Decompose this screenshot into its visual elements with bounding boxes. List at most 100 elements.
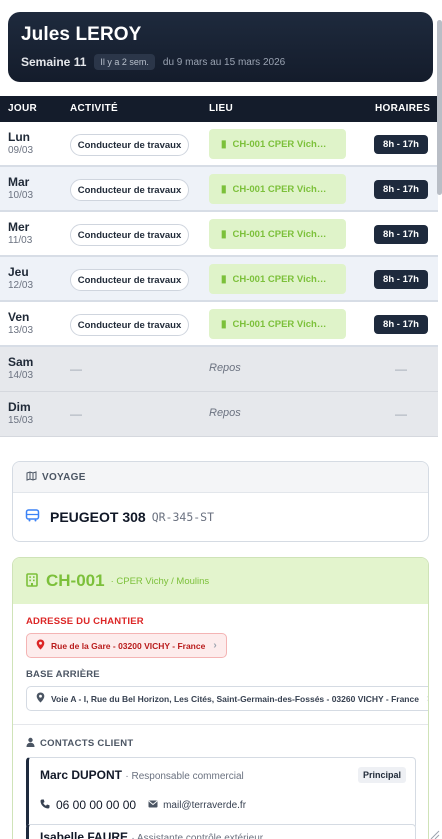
day-date: 15/03 bbox=[8, 415, 34, 426]
contact-card[interactable]: Marc DUPONT · Responsable commercial Pri… bbox=[26, 757, 416, 829]
day-name: Sam bbox=[8, 355, 34, 369]
voyage-title: VOYAGE bbox=[42, 471, 86, 483]
employee-header-card: Jules LEROY Semaine 11 Il y a 2 sem. du … bbox=[8, 12, 433, 82]
vehicle-plate: QR-345-ST bbox=[151, 510, 215, 524]
activity-empty: — bbox=[70, 407, 82, 421]
table-row[interactable]: Mer 11/03 Conducteur de travaux ▮ CH-001 C… bbox=[0, 212, 438, 257]
day-date: 10/03 bbox=[8, 190, 34, 201]
place-chip[interactable]: ▮ CH-001 CPER Vichy / Moulins bbox=[209, 174, 346, 204]
day-date: 09/03 bbox=[8, 145, 34, 156]
day-name: Lun bbox=[8, 130, 30, 144]
contacts-label: CONTACTS CLIENT bbox=[40, 738, 134, 749]
hours-empty: — bbox=[395, 407, 407, 421]
site-address-label: ADRESSE DU CHANTIER bbox=[26, 616, 144, 627]
site-card: CH-001 · CPER Vichy / Moulins ADRESSE DU… bbox=[12, 557, 429, 839]
contact-role: · Responsable commercial bbox=[125, 771, 244, 782]
activity-pill[interactable]: Conducteur de travaux bbox=[70, 134, 189, 156]
divider bbox=[13, 724, 428, 725]
table-row: Sam 14/03 — Repos — bbox=[0, 347, 438, 392]
week-date-range: du 9 mars au 15 mars 2026 bbox=[162, 56, 286, 68]
map-pin-icon bbox=[36, 692, 45, 705]
place-label: CH-001 CPER Vichy / Moulins bbox=[232, 273, 329, 285]
contact-name: Isabelle FAURE bbox=[40, 830, 129, 839]
table-header: JOUR ACTIVITÉ LIEU HORAIRES bbox=[0, 96, 438, 122]
base-label: BASE ARRIÈRE bbox=[26, 669, 100, 680]
mail-icon bbox=[148, 800, 158, 811]
place-label: CH-001 CPER Vichy / Moulins bbox=[232, 228, 329, 240]
day-name: Dim bbox=[8, 400, 31, 414]
table-row: Dim 15/03 — Repos — bbox=[0, 392, 438, 437]
column-header-day: JOUR bbox=[8, 103, 37, 114]
activity-pill[interactable]: Conducteur de travaux bbox=[70, 314, 189, 336]
place-chip[interactable]: ▮ CH-001 CPER Vichy / Moulins bbox=[209, 219, 346, 249]
phone-icon bbox=[40, 796, 50, 814]
table-row[interactable]: Jeu 12/03 Conducteur de travaux ▮ CH-001 C… bbox=[0, 257, 438, 302]
table-row[interactable]: Lun 09/03 Conducteur de travaux ▮ CH-001 C… bbox=[0, 122, 438, 167]
bus-icon bbox=[25, 509, 40, 525]
hours-badge: 8h - 17h bbox=[374, 315, 428, 334]
site-code: CH-001 bbox=[46, 571, 105, 590]
contacts-heading: CONTACTS CLIENT bbox=[26, 737, 134, 750]
vehicle-name: PEUGEOT 308 bbox=[50, 509, 146, 525]
activity-empty: — bbox=[70, 362, 82, 376]
activity-pill[interactable]: Conducteur de travaux bbox=[70, 269, 189, 291]
day-date: 14/03 bbox=[8, 370, 34, 381]
day-date: 12/03 bbox=[8, 280, 34, 291]
column-header-activity: ACTIVITÉ bbox=[70, 103, 118, 114]
day-name: Jeu bbox=[8, 265, 29, 279]
activity-pill[interactable]: Conducteur de travaux bbox=[70, 224, 189, 246]
chevron-right-icon: › bbox=[427, 693, 428, 704]
table-row[interactable]: Mar 10/03 Conducteur de travaux ▮ CH-001 C… bbox=[0, 167, 438, 212]
contact-phone[interactable]: 06 00 00 00 00 bbox=[56, 798, 136, 812]
building-icon: ▮ bbox=[221, 228, 227, 240]
day-date: 11/03 bbox=[8, 235, 33, 246]
scrollbar-thumb[interactable] bbox=[437, 20, 442, 195]
rest-label: Repos bbox=[209, 362, 241, 374]
rest-label: Repos bbox=[209, 407, 241, 419]
chevron-right-icon: › bbox=[213, 640, 217, 651]
building-icon: ▮ bbox=[221, 183, 227, 195]
building-icon: ▮ bbox=[221, 138, 227, 150]
site-address-link[interactable]: Rue de la Gare - 03200 VICHY - France › bbox=[26, 633, 227, 658]
hours-empty: — bbox=[395, 362, 407, 376]
hours-badge: 8h - 17h bbox=[374, 135, 428, 154]
voyage-card: VOYAGE PEUGEOT 308 QR-345-ST bbox=[12, 461, 429, 542]
place-chip[interactable]: ▮ CH-001 CPER Vichy / Moulins bbox=[209, 309, 346, 339]
map-pin-icon bbox=[36, 639, 45, 652]
contact-card[interactable]: Isabelle FAURE · Assistante contrôle ext… bbox=[26, 824, 416, 839]
contact-email[interactable]: mail@terraverde.fr bbox=[163, 800, 246, 811]
map-icon bbox=[26, 470, 37, 484]
column-header-place: LIEU bbox=[209, 103, 233, 114]
hours-badge: 8h - 17h bbox=[374, 180, 428, 199]
building-icon: ▮ bbox=[221, 273, 227, 285]
day-name: Mer bbox=[8, 220, 30, 234]
hours-badge: 8h - 17h bbox=[374, 270, 428, 289]
hours-badge: 8h - 17h bbox=[374, 225, 428, 244]
base-address-link[interactable]: Voie A - I, Rue du Bel Horizon, Les Cité… bbox=[26, 686, 428, 711]
resize-grip-icon[interactable] bbox=[430, 827, 440, 839]
site-name: · CPER Vichy / Moulins bbox=[110, 575, 210, 587]
day-name: Mar bbox=[8, 175, 30, 189]
day-name: Ven bbox=[8, 310, 30, 324]
planning-page: Jules LEROY Semaine 11 Il y a 2 sem. du … bbox=[0, 0, 442, 839]
place-label: CH-001 CPER Vichy / Moulins bbox=[232, 138, 329, 150]
base-address: Voie A - I, Rue du Bel Horizon, Les Cité… bbox=[51, 693, 419, 704]
column-header-hours: HORAIRES bbox=[375, 103, 431, 114]
week-label: Semaine 11 bbox=[21, 55, 87, 69]
week-age-badge: Il y a 2 sem. bbox=[94, 54, 155, 70]
employee-name: Jules LEROY bbox=[21, 24, 142, 45]
table-row[interactable]: Ven 13/03 Conducteur de travaux ▮ CH-001 C… bbox=[0, 302, 438, 347]
place-label: CH-001 CPER Vichy / Moulins bbox=[232, 318, 329, 330]
site-address: Rue de la Gare - 03200 VICHY - France bbox=[51, 640, 206, 651]
primary-badge: Principal bbox=[357, 767, 406, 783]
activity-pill[interactable]: Conducteur de travaux bbox=[70, 179, 189, 201]
building-icon bbox=[26, 572, 38, 590]
place-label: CH-001 CPER Vichy / Moulins bbox=[232, 183, 329, 195]
contact-role: · Assistante contrôle extérieur bbox=[131, 833, 264, 839]
day-date: 13/03 bbox=[8, 325, 34, 336]
contact-name: Marc DUPONT bbox=[40, 768, 123, 782]
place-chip[interactable]: ▮ CH-001 CPER Vichy / Moulins bbox=[209, 264, 346, 294]
user-icon bbox=[26, 737, 35, 750]
place-chip[interactable]: ▮ CH-001 CPER Vichy / Moulins bbox=[209, 129, 346, 159]
building-icon: ▮ bbox=[221, 318, 227, 330]
